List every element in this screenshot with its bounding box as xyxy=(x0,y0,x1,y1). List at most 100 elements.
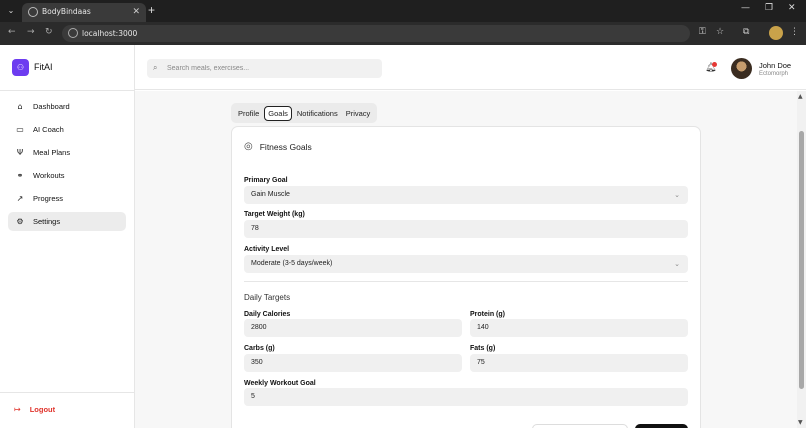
card-header: ◎ Fitness Goals xyxy=(244,141,312,152)
target-icon: ◎ xyxy=(244,141,253,152)
restore-button[interactable]: ❐ xyxy=(765,3,773,13)
brand-name: FitAI xyxy=(34,62,53,72)
scroll-up-icon[interactable]: ▲ xyxy=(798,93,803,100)
fats-value: 75 xyxy=(477,359,485,366)
divider xyxy=(0,392,135,393)
user-body-type: Ectomorph xyxy=(759,71,789,77)
utensils-icon: Ψ xyxy=(16,148,24,157)
primary-action-button[interactable] xyxy=(635,424,688,428)
url-text: localhost:3000 xyxy=(82,29,138,38)
logout-icon: ↦ xyxy=(14,405,21,414)
site-info-icon[interactable] xyxy=(68,28,78,38)
protein-field[interactable]: 140 xyxy=(470,319,688,337)
daily-calories-label: Daily Calories xyxy=(244,311,291,318)
divider xyxy=(244,281,688,282)
scroll-down-icon[interactable]: ▼ xyxy=(798,419,803,426)
card-title: Fitness Goals xyxy=(259,141,312,152)
daily-targets-title: Daily Targets xyxy=(244,293,291,302)
divider xyxy=(0,90,135,91)
protein-value: 140 xyxy=(477,324,489,331)
browser-menu-icon[interactable]: ⋮ xyxy=(790,27,799,37)
logout-button[interactable]: ↦ Logout xyxy=(14,405,55,414)
window-close-button[interactable]: ✕ xyxy=(788,3,796,13)
new-tab-button[interactable]: + xyxy=(148,3,155,17)
bookmark-star-icon[interactable]: ☆ xyxy=(716,27,724,37)
target-weight-value: 78 xyxy=(251,225,259,232)
carbs-field[interactable]: 350 xyxy=(244,354,462,372)
chevron-down-icon: ⌄ xyxy=(674,260,680,268)
sidebar-item-progress[interactable]: ↗ Progress xyxy=(8,189,126,208)
search-icon: ⌕ xyxy=(153,63,158,72)
sidebar: ⚇ FitAI ⌂ Dashboard ▭ AI Coach Ψ Meal Pl… xyxy=(0,45,135,428)
address-bar: ← → ↻ localhost:3000 ⚿ ☆ ⧉ ⋮ xyxy=(0,22,806,45)
fats-field[interactable]: 75 xyxy=(470,354,688,372)
reload-icon[interactable]: ↻ xyxy=(45,27,53,37)
search-bar[interactable]: ⌕ xyxy=(147,59,382,78)
top-header: ⌕ 🔔︎ John Doe Ectomorph xyxy=(135,45,806,90)
sidebar-item-label: Settings xyxy=(33,217,61,226)
sidebar-item-label: Workouts xyxy=(33,171,65,180)
sidebar-item-label: Dashboard xyxy=(33,102,70,111)
sidebar-item-settings[interactable]: ⚙ Settings xyxy=(8,212,126,231)
tab-search-icon[interactable]: ⌄ xyxy=(4,4,18,18)
carbs-value: 350 xyxy=(251,359,263,366)
brand-logo-icon: ⚇ xyxy=(12,58,29,76)
sidebar-item-label: AI Coach xyxy=(33,125,64,134)
notification-dot xyxy=(712,62,717,67)
browser-profile-avatar[interactable] xyxy=(769,26,783,40)
extensions-icon[interactable]: ⧉ xyxy=(743,27,749,37)
activity-level-select[interactable]: Moderate (3-5 days/week) ⌄ xyxy=(244,255,688,273)
back-icon[interactable]: ← xyxy=(8,27,16,37)
page-scrollbar[interactable]: ▲ ▼ xyxy=(797,91,806,428)
tab-profile[interactable]: Profile xyxy=(235,106,262,121)
forward-icon[interactable]: → xyxy=(27,27,35,37)
weekly-workout-goal-label: Weekly Workout Goal xyxy=(244,380,316,387)
weekly-workout-goal-field[interactable]: 5 xyxy=(244,388,688,406)
protein-label: Protein (g) xyxy=(470,311,505,318)
search-input[interactable] xyxy=(167,62,372,75)
sidebar-item-ai-coach[interactable]: ▭ AI Coach xyxy=(8,120,126,139)
brand[interactable]: ⚇ FitAI xyxy=(12,58,53,76)
secondary-action-button[interactable] xyxy=(532,424,628,428)
url-box[interactable]: localhost:3000 xyxy=(62,25,690,42)
target-weight-field[interactable]: 78 xyxy=(244,220,688,238)
browser-tab-strip: ⌄ BodyBindaas ✕ + — ❐ ✕ xyxy=(0,0,806,22)
user-name: John Doe xyxy=(759,61,792,70)
trending-up-icon: ↗ xyxy=(16,194,24,203)
password-key-icon[interactable]: ⚿ xyxy=(699,27,706,37)
carbs-label: Carbs (g) xyxy=(244,345,275,352)
browser-tab[interactable]: BodyBindaas ✕ xyxy=(22,3,146,22)
main-content: Profile Goals Notifications Privacy ◎ Fi… xyxy=(135,91,802,428)
gear-icon: ⚙ xyxy=(16,217,24,226)
activity-level-label: Activity Level xyxy=(244,246,290,253)
tab-privacy[interactable]: Privacy xyxy=(343,106,374,121)
primary-goal-value: Gain Muscle xyxy=(251,191,290,198)
sidebar-item-dashboard[interactable]: ⌂ Dashboard xyxy=(8,97,126,116)
avatar[interactable] xyxy=(731,58,752,79)
fats-label: Fats (g) xyxy=(470,345,496,352)
dumbbell-icon: ⚭ xyxy=(16,171,24,180)
sidebar-item-label: Meal Plans xyxy=(33,148,71,157)
minimize-button[interactable]: — xyxy=(741,3,750,13)
scrollbar-thumb[interactable] xyxy=(799,131,804,389)
fitness-goals-card: ◎ Fitness Goals Primary Goal Gain Muscle… xyxy=(231,126,701,428)
home-icon: ⌂ xyxy=(17,102,23,111)
chat-icon: ▭ xyxy=(16,125,24,134)
tab-notifications[interactable]: Notifications xyxy=(294,106,341,121)
settings-tabs: Profile Goals Notifications Privacy xyxy=(231,103,378,123)
sidebar-item-label: Progress xyxy=(33,194,64,203)
daily-calories-value: 2800 xyxy=(251,324,267,331)
weekly-workout-goal-value: 5 xyxy=(251,393,255,400)
primary-goal-select[interactable]: Gain Muscle ⌄ xyxy=(244,186,688,204)
tab-goals[interactable]: Goals xyxy=(264,105,292,121)
tab-close-icon[interactable]: ✕ xyxy=(132,6,140,17)
sidebar-item-workouts[interactable]: ⚭ Workouts xyxy=(8,166,126,185)
tab-title: BodyBindaas xyxy=(42,7,91,16)
daily-calories-field[interactable]: 2800 xyxy=(244,319,462,337)
primary-goal-label: Primary Goal xyxy=(244,177,288,184)
logout-label: Logout xyxy=(29,405,56,414)
chevron-down-icon: ⌄ xyxy=(674,191,680,199)
activity-level-value: Moderate (3-5 days/week) xyxy=(251,260,333,267)
favicon-icon xyxy=(28,7,38,17)
sidebar-item-meal-plans[interactable]: Ψ Meal Plans xyxy=(8,143,126,162)
